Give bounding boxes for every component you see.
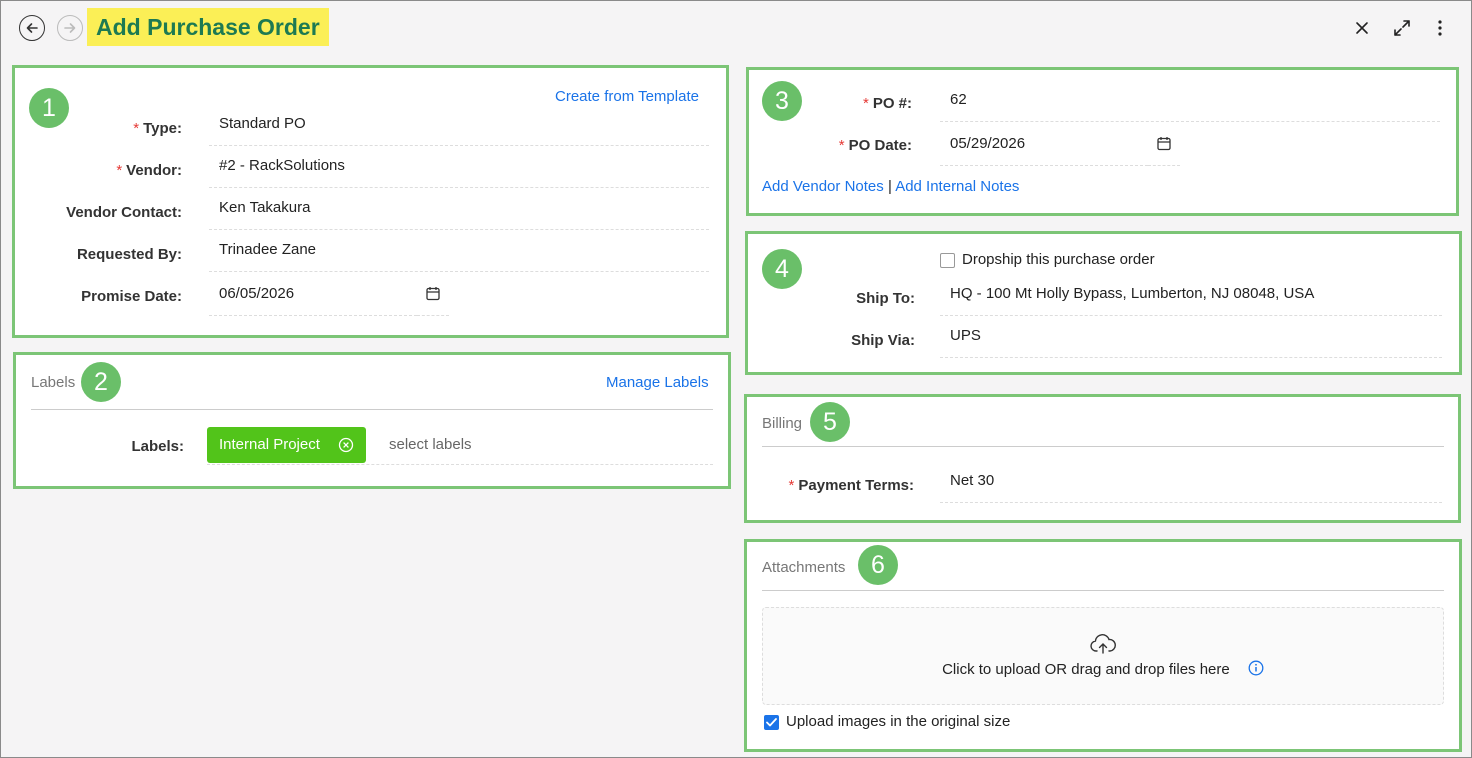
remove-label-button[interactable] <box>338 437 354 453</box>
requested-by-label: Requested By: <box>76 246 182 263</box>
forward-button[interactable] <box>57 15 83 41</box>
ship-via-select[interactable]: UPS <box>940 322 1442 358</box>
step-badge: 3 <box>762 81 802 121</box>
required-marker: * <box>133 120 140 137</box>
manage-labels-link[interactable]: Manage Labels <box>606 374 709 391</box>
promise-date-label: Promise Date: <box>81 288 182 305</box>
labels-placeholder: select labels <box>389 436 472 453</box>
dropship-checkbox[interactable] <box>940 253 955 268</box>
label-chip: Internal Project <box>207 427 367 463</box>
required-marker: * <box>862 95 869 112</box>
page-title: Add Purchase Order <box>87 8 329 46</box>
po-date-label: * PO Date: <box>838 137 912 154</box>
promise-date-input[interactable]: 06/05/2026 <box>209 280 417 316</box>
requested-by-select[interactable]: Trinadee Zane <box>209 236 709 272</box>
upload-cloud-icon-wrap <box>763 633 1443 655</box>
required-marker: * <box>788 477 795 494</box>
section-divider <box>31 409 713 410</box>
upload-text: Click to upload OR drag and drop files h… <box>942 661 1230 678</box>
ship-via-label: Ship Via: <box>851 332 915 349</box>
arrow-left-icon <box>26 23 38 33</box>
type-label: * Type: <box>133 120 182 137</box>
upload-instructions: Click to upload OR drag and drop files h… <box>763 660 1443 678</box>
step-badge: 1 <box>29 88 69 128</box>
vendor-contact-select[interactable]: Ken Takakura <box>209 194 709 230</box>
required-marker: * <box>838 137 845 154</box>
links-separator: | <box>887 178 892 195</box>
promise-date-picker[interactable] <box>417 280 449 316</box>
calendar-icon <box>426 287 440 301</box>
labels-panel: Labels 2 Manage Labels Labels: Internal … <box>13 352 731 489</box>
attachments-section-title: Attachments <box>762 559 846 576</box>
billing-panel: Billing 5 * Payment Terms: Net 30 <box>744 394 1461 523</box>
step-badge: 4 <box>762 249 802 289</box>
payment-terms-select[interactable]: Net 30 <box>940 467 1442 503</box>
step-badge: 2 <box>81 362 121 402</box>
arrow-right-icon <box>64 23 76 33</box>
close-circle-icon <box>338 437 354 453</box>
billing-section-title: Billing <box>762 415 803 432</box>
step-badge: 6 <box>858 545 898 585</box>
notes-links: Add Vendor Notes | Add Internal Notes <box>762 178 1019 195</box>
step-badge: 5 <box>810 402 850 442</box>
add-internal-notes-link[interactable]: Add Internal Notes <box>895 178 1019 195</box>
add-vendor-notes-link[interactable]: Add Vendor Notes <box>762 178 884 195</box>
type-select[interactable]: Standard PO <box>209 110 709 146</box>
payment-terms-label: * Payment Terms: <box>788 477 914 494</box>
po-info-panel: 3 * PO #: 62 * PO Date: 05/29/2026 Add Ven… <box>746 67 1459 216</box>
upload-info-button[interactable] <box>1248 660 1264 676</box>
shipping-panel: 4 Dropship this purchase order Ship To: … <box>745 231 1462 375</box>
attachments-panel: Attachments 6 Click to upload OR drag an… <box>744 539 1462 752</box>
po-number-input[interactable]: 62 <box>940 86 1440 122</box>
more-options-button[interactable] <box>1428 16 1452 40</box>
required-marker: * <box>116 162 123 179</box>
original-size-label: Upload images in the original size <box>786 713 1011 730</box>
create-from-template-link[interactable]: Create from Template <box>555 88 699 105</box>
vendor-select[interactable]: #2 - RackSolutions <box>209 152 709 188</box>
labels-section-title: Labels <box>31 374 76 391</box>
expand-button[interactable] <box>1390 16 1414 40</box>
vendor-label: * Vendor: <box>116 162 182 179</box>
dropship-label: Dropship this purchase order <box>962 251 1155 268</box>
po-date-input[interactable]: 05/29/2026 <box>940 130 1148 166</box>
upload-dropzone[interactable]: Click to upload OR drag and drop files h… <box>762 607 1444 705</box>
ship-to-select[interactable]: HQ - 100 Mt Holly Bypass, Lumberton, NJ … <box>940 280 1442 316</box>
close-button[interactable] <box>1350 16 1374 40</box>
ship-to-label: Ship To: <box>856 290 915 307</box>
po-number-label: * PO #: <box>862 95 912 112</box>
cloud-upload-icon <box>1090 634 1116 654</box>
checkmark-icon <box>766 718 777 727</box>
section-divider <box>762 446 1444 447</box>
label-chip-text: Internal Project <box>219 436 320 453</box>
section-divider <box>762 590 1444 591</box>
back-button[interactable] <box>19 15 45 41</box>
po-date-picker[interactable] <box>1148 130 1180 166</box>
expand-icon <box>1394 20 1410 36</box>
close-icon <box>1356 22 1368 34</box>
info-icon <box>1248 660 1264 676</box>
original-size-checkbox[interactable] <box>764 715 779 730</box>
labels-field-label: Labels: <box>131 438 184 455</box>
vendor-contact-label: Vendor Contact: <box>66 204 182 221</box>
order-details-panel: 1 Create from Template * Type: Standard P… <box>12 65 729 338</box>
more-vertical-icon <box>1438 20 1442 36</box>
labels-select[interactable]: Internal Project select labels <box>207 427 713 465</box>
calendar-icon <box>1157 137 1171 151</box>
